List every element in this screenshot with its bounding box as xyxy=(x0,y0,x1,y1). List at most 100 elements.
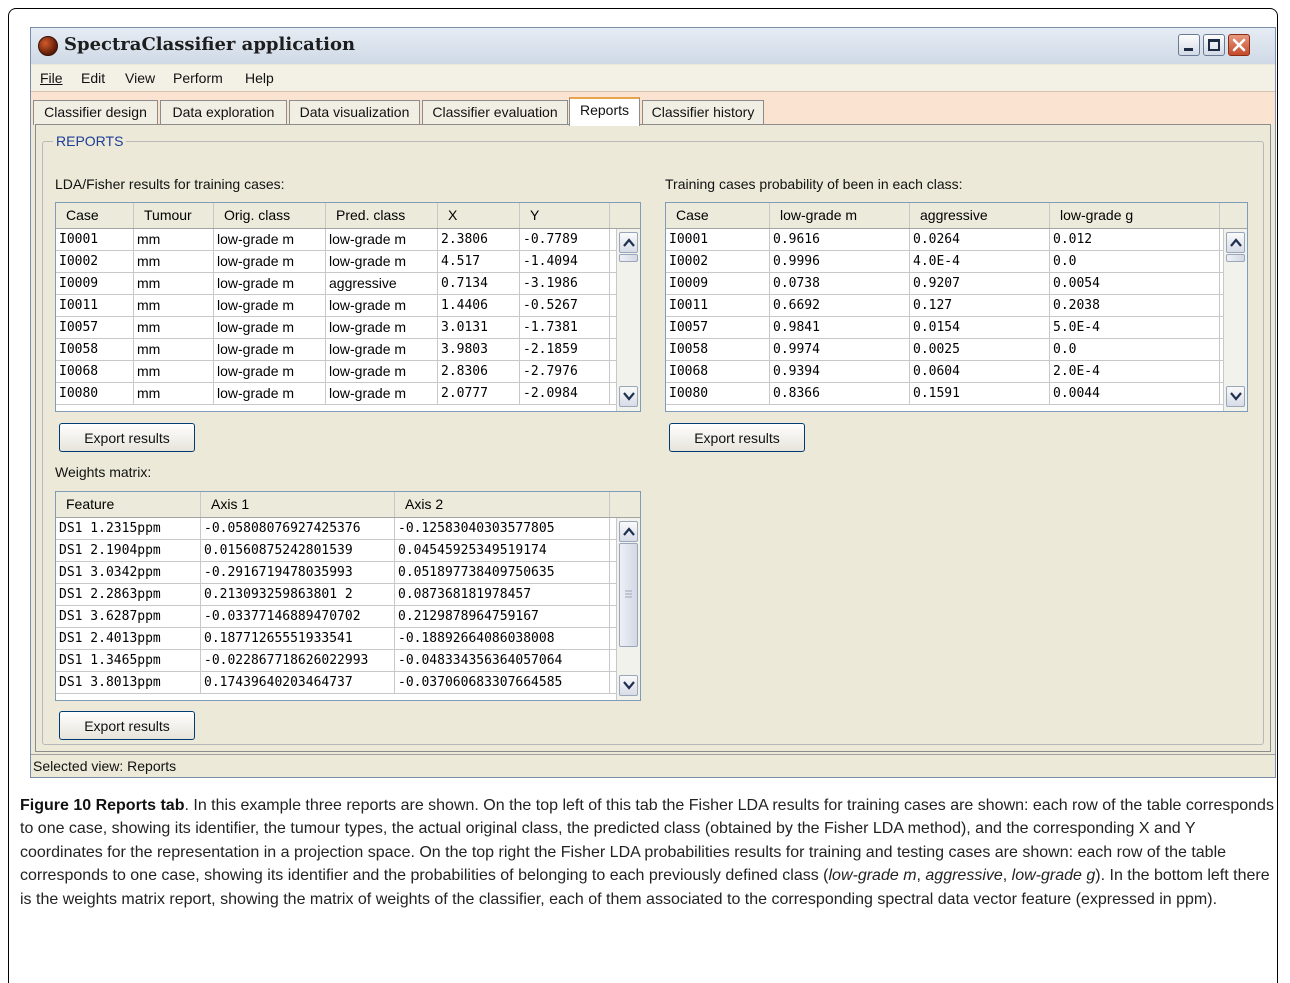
scroll-up-button[interactable] xyxy=(619,521,638,542)
scroll-down-button[interactable] xyxy=(619,675,638,696)
table-cell: 0.127 xyxy=(910,295,1050,316)
caption-separator: , xyxy=(1002,867,1012,885)
table-row[interactable]: I0058 mm low-grade m low-grade m 3.9803 -2.18… xyxy=(56,339,616,361)
column-header[interactable]: low-grade g xyxy=(1050,203,1220,228)
column-header[interactable]: Case xyxy=(666,203,770,228)
table-cell: 0.9996 xyxy=(770,251,910,272)
table-cell: -0.12583040303577805 xyxy=(395,518,610,539)
probability-label: Training cases probability of been in ea… xyxy=(665,176,963,192)
table-cell: I0011 xyxy=(666,295,770,316)
table-cell: DS1 2.4013ppm xyxy=(56,628,201,649)
table-row[interactable]: I0002 0.9996 4.0E-4 0.0 xyxy=(666,251,1223,273)
table-cell: -2.1859 xyxy=(520,339,610,360)
probability-scrollbar[interactable] xyxy=(1223,229,1247,411)
table-cell: 0.9394 xyxy=(770,361,910,382)
table-cell: mm xyxy=(134,361,214,382)
table-cell: low-grade m xyxy=(214,339,326,360)
table-cell: 2.0E-4 xyxy=(1050,361,1220,382)
table-row[interactable]: I0011 0.6692 0.127 0.2038 xyxy=(666,295,1223,317)
table-row[interactable]: DS1 2.2863ppm 0.213093259863801 2 0.087368… xyxy=(56,584,616,606)
table-row[interactable]: DS1 2.1904ppm 0.01560875242801539 0.045459… xyxy=(56,540,616,562)
reports-panel: REPORTS LDA/Fisher results for training … xyxy=(35,124,1271,752)
table-cell: low-grade m xyxy=(214,317,326,338)
maximize-button[interactable] xyxy=(1203,34,1225,56)
minimize-button[interactable] xyxy=(1178,34,1200,56)
table-cell: 0.6692 xyxy=(770,295,910,316)
table-row[interactable]: I0057 mm low-grade m low-grade m 3.0131 -1.73… xyxy=(56,317,616,339)
menu-file[interactable]: File xyxy=(40,70,63,86)
table-cell: 5.0E-4 xyxy=(1050,317,1220,338)
tab-classifier-evaluation[interactable]: Classifier evaluation xyxy=(422,100,568,125)
table-row[interactable]: I0009 0.0738 0.9207 0.0054 xyxy=(666,273,1223,295)
menu-perform[interactable]: Perform xyxy=(173,70,223,86)
scroll-down-button[interactable] xyxy=(619,386,638,407)
menu-view[interactable]: View xyxy=(125,70,155,86)
table-row[interactable]: I0001 0.9616 0.0264 0.012 xyxy=(666,229,1223,251)
arrow-down-icon xyxy=(1230,392,1242,401)
export-probability-button[interactable]: Export results xyxy=(669,423,805,452)
table-cell: -1.4094 xyxy=(520,251,610,272)
table-cell: 2.0777 xyxy=(438,383,520,404)
column-header[interactable]: aggressive xyxy=(910,203,1050,228)
arrow-down-icon xyxy=(623,681,635,690)
tab-reports[interactable]: Reports xyxy=(569,97,640,126)
group-title: REPORTS xyxy=(53,133,127,149)
table-row[interactable]: I0011 mm low-grade m low-grade m 1.4406 -0.52… xyxy=(56,295,616,317)
table-cell: 0.087368181978457 xyxy=(395,584,610,605)
tab-data-exploration[interactable]: Data exploration xyxy=(160,100,287,125)
column-header[interactable]: Orig. class xyxy=(214,203,326,228)
column-header[interactable]: X xyxy=(438,203,520,228)
table-row[interactable]: I0057 0.9841 0.0154 5.0E-4 xyxy=(666,317,1223,339)
table-row[interactable]: I0001 mm low-grade m low-grade m 2.3806 -0.77… xyxy=(56,229,616,251)
scroll-up-button[interactable] xyxy=(1226,232,1245,253)
table-row[interactable]: DS1 3.6287ppm -0.03377146889470702 0.21298… xyxy=(56,606,616,628)
column-header[interactable]: Feature xyxy=(56,492,201,517)
scroll-thumb[interactable] xyxy=(619,254,638,262)
table-row[interactable]: I0002 mm low-grade m low-grade m 4.517 -1.409… xyxy=(56,251,616,273)
export-weights-button[interactable]: Export results xyxy=(59,711,195,740)
close-icon xyxy=(1232,38,1246,52)
table-cell: 0.2038 xyxy=(1050,295,1220,316)
column-header[interactable]: Y xyxy=(520,203,610,228)
menu-edit[interactable]: Edit xyxy=(81,70,105,86)
grip-icon xyxy=(625,590,632,598)
table-cell: 0.0738 xyxy=(770,273,910,294)
table-cell: 4.0E-4 xyxy=(910,251,1050,272)
scroll-thumb[interactable] xyxy=(619,543,638,647)
table-cell: low-grade m xyxy=(214,229,326,250)
tab-classifier-history[interactable]: Classifier history xyxy=(642,100,764,125)
column-header[interactable]: low-grade m xyxy=(770,203,910,228)
column-header[interactable]: Axis 2 xyxy=(395,492,610,517)
caption-class-name: low-grade g xyxy=(1011,867,1096,885)
table-cell: 0.01560875242801539 xyxy=(201,540,395,561)
lda-scrollbar[interactable] xyxy=(616,229,640,411)
table-cell: 0.0264 xyxy=(910,229,1050,250)
menu-help[interactable]: Help xyxy=(245,70,274,86)
column-header[interactable]: Tumour xyxy=(134,203,214,228)
table-row[interactable]: I0068 0.9394 0.0604 2.0E-4 xyxy=(666,361,1223,383)
table-row[interactable]: DS1 1.2315ppm -0.05808076927425376 -0.1258… xyxy=(56,518,616,540)
weights-scrollbar[interactable] xyxy=(616,518,640,700)
table-row[interactable]: DS1 2.4013ppm 0.18771265551933541 -0.18892… xyxy=(56,628,616,650)
table-row[interactable]: I0080 0.8366 0.1591 0.0044 xyxy=(666,383,1223,405)
tab-data-visualization[interactable]: Data visualization xyxy=(289,100,420,125)
close-button[interactable] xyxy=(1228,34,1250,56)
table-row[interactable]: DS1 3.8013ppm 0.17439640203464737 -0.03706… xyxy=(56,672,616,694)
table-row[interactable]: DS1 3.0342ppm -0.2916719478035993 0.051897… xyxy=(56,562,616,584)
column-header[interactable]: Pred. class xyxy=(326,203,438,228)
arrow-up-icon xyxy=(1230,238,1242,247)
export-lda-button[interactable]: Export results xyxy=(59,423,195,452)
table-cell: I0080 xyxy=(56,383,134,404)
table-row[interactable]: I0068 mm low-grade m low-grade m 2.8306 -2.79… xyxy=(56,361,616,383)
scroll-down-button[interactable] xyxy=(1226,386,1245,407)
column-header[interactable]: Axis 1 xyxy=(201,492,395,517)
table-row[interactable]: I0058 0.9974 0.0025 0.0 xyxy=(666,339,1223,361)
tab-classifier-design[interactable]: Classifier design xyxy=(33,100,158,125)
table-row[interactable]: I0009 mm low-grade m aggressive 0.7134 -3.198… xyxy=(56,273,616,295)
scroll-up-button[interactable] xyxy=(619,232,638,253)
table-row[interactable]: DS1 1.3465ppm -0.022867718626022993 -0.048… xyxy=(56,650,616,672)
column-header[interactable]: Case xyxy=(56,203,134,228)
lda-results-label: LDA/Fisher results for training cases: xyxy=(55,176,285,192)
scroll-thumb[interactable] xyxy=(1226,254,1245,262)
table-row[interactable]: I0080 mm low-grade m low-grade m 2.0777 -2.09… xyxy=(56,383,616,405)
